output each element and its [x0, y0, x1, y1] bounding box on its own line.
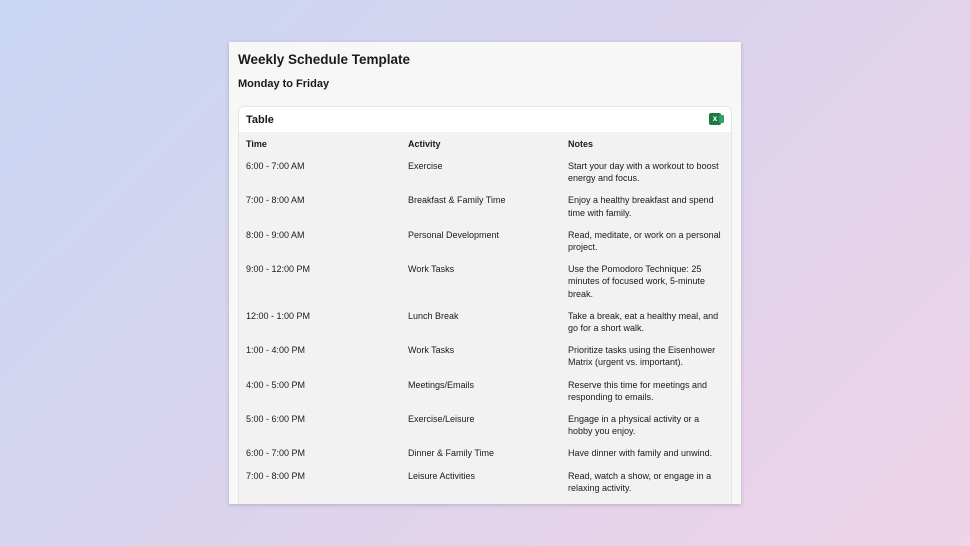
notes-cell: Prioritize tasks using the Eisenhower Ma…	[568, 345, 716, 368]
table-row: 8:00 - 9:00 AM Personal Development Read, …	[246, 229, 726, 263]
notes-cell: Read, watch a show, or engage in a relax…	[568, 470, 712, 493]
table-card-title: Table	[246, 114, 274, 126]
activity-cell: Personal Development	[408, 229, 500, 240]
excel-icon[interactable]: x	[709, 113, 724, 125]
table-row: 9:00 - 12:00 PM Work Tasks Use the Pomodor…	[246, 263, 726, 310]
time-cell: 1:00 - 4:00 PM	[246, 345, 306, 356]
time-cell: 4:00 - 5:00 PM	[246, 379, 306, 390]
activity-cell: Leisure Activities	[408, 470, 476, 481]
time-cell: 8:00 - 9:00 AM	[246, 229, 305, 240]
notes-cell: Use the Pomodoro Technique: 25 minutes o…	[568, 264, 706, 299]
table-row: 5:00 - 6:00 PM Exercise/Leisure Engage in …	[246, 413, 726, 447]
table-row: 6:00 - 7:00 AM Exercise Start your day wit…	[246, 160, 726, 194]
activity-cell: Breakfast & Family Time	[408, 195, 506, 206]
notes-cell: Engage in a physical activity or a hobby…	[568, 414, 700, 437]
time-cell: 12:00 - 1:00 PM	[246, 310, 311, 321]
schedule-table: Time Activity Notes 6:00 - 7:00 AM Exerci…	[246, 138, 726, 504]
time-cell: 7:00 - 8:00 PM	[246, 470, 306, 481]
activity-cell: Lunch Break	[408, 310, 459, 321]
table-row: 7:00 - 8:00 PM Leisure Activities Read, wa…	[246, 470, 726, 504]
notes-cell: Have dinner with family and unwind.	[568, 448, 713, 459]
table-card: Table x Time Activity Notes 6:00 - 7:00 …	[238, 106, 732, 504]
activity-cell: Meetings/Emails	[408, 379, 475, 390]
time-cell: 7:00 - 8:00 AM	[246, 195, 305, 206]
column-header-notes: Notes	[568, 139, 594, 149]
time-cell: 6:00 - 7:00 AM	[246, 161, 305, 171]
activity-cell: Work Tasks	[408, 345, 455, 356]
notes-cell: Reserve this time for meetings and respo…	[568, 379, 708, 402]
table-row: 6:00 - 7:00 PM Dinner & Family Time Have d…	[246, 447, 726, 469]
table-row: 7:00 - 8:00 AM Breakfast & Family Time Enj…	[246, 194, 726, 228]
activity-cell: Dinner & Family Time	[408, 448, 495, 459]
column-header-activity: Activity	[408, 139, 441, 149]
column-header-time: Time	[246, 139, 267, 149]
table-row: 1:00 - 4:00 PM Work Tasks Prioritize tasks…	[246, 344, 726, 378]
notes-cell: Start your day with a workout to boost e…	[568, 161, 719, 184]
activity-cell: Work Tasks	[408, 264, 455, 275]
activity-cell: Exercise/Leisure	[408, 414, 475, 425]
table-row: 4:00 - 5:00 PM Meetings/Emails Reserve thi…	[246, 379, 726, 413]
table-card-header: Table x	[239, 107, 731, 132]
time-cell: 6:00 - 7:00 PM	[246, 448, 306, 459]
page-subtitle: Monday to Friday	[238, 78, 330, 90]
page-title: Weekly Schedule Template	[238, 52, 411, 67]
schedule-document: Weekly Schedule Template Monday to Frida…	[229, 42, 741, 504]
table-row: 12:00 - 1:00 PM Lunch Break Take a break, …	[246, 310, 726, 344]
notes-cell: Take a break, eat a healthy meal, and go…	[568, 310, 719, 334]
time-cell: 5:00 - 6:00 PM	[246, 414, 306, 425]
activity-cell: Exercise	[408, 161, 443, 171]
table-header-row: Time Activity Notes	[246, 138, 726, 160]
time-cell: 9:00 - 12:00 PM	[246, 264, 311, 275]
notes-cell: Enjoy a healthy breakfast and spend time…	[568, 195, 714, 218]
notes-cell: Read, meditate, or work on a personal pr…	[568, 229, 721, 253]
